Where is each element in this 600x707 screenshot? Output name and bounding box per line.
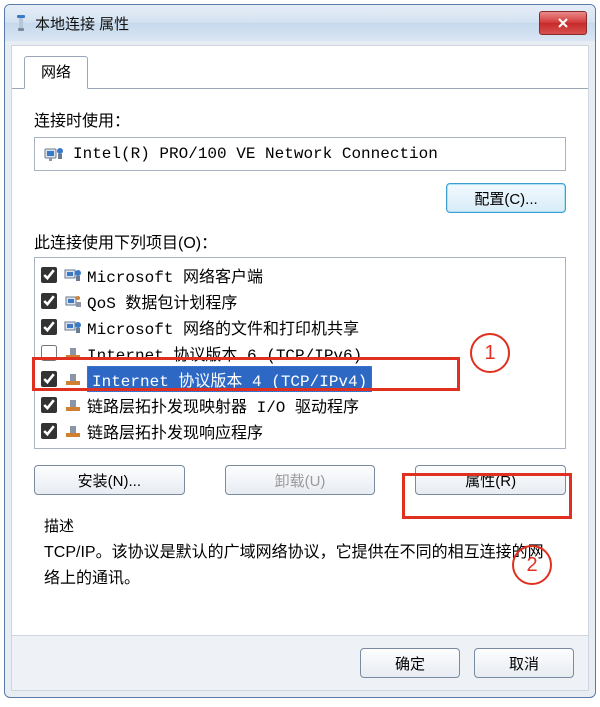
client-icon (63, 266, 83, 284)
adapter-name: Intel(R) PRO/100 VE Network Connection (73, 145, 438, 163)
description-group: 描述 TCP/IP。该协议是默认的广域网络协议，它提供在不同的相互连接的网络上的… (34, 507, 566, 607)
item-label: Microsoft 网络的文件和打印机共享 (87, 315, 359, 339)
item-checkbox[interactable] (41, 397, 57, 413)
list-item[interactable]: 链路层拓扑发现映射器 I/O 驱动程序 (37, 392, 563, 418)
item-label: Internet 协议版本 4 (TCP/IPv4) (87, 366, 372, 392)
app-icon (13, 13, 29, 33)
list-item[interactable]: QoS 数据包计划程序 (37, 288, 563, 314)
description-text: TCP/IP。该协议是默认的广域网络协议，它提供在不同的相互连接的网络上的通讯。 (44, 540, 556, 591)
item-label: QoS 数据包计划程序 (87, 289, 237, 313)
protocol-icon (63, 396, 83, 414)
client-area: 网络 连接时使用： Intel(R) PRO/100 VE Network Co… (11, 45, 589, 691)
item-checkbox[interactable] (41, 319, 57, 335)
close-x-icon (557, 17, 569, 29)
item-label: Microsoft 网络客户端 (87, 263, 263, 287)
tab-strip: 网络 (12, 46, 588, 89)
titlebar: 本地连接 属性 (5, 5, 595, 41)
protocol-icon (63, 370, 83, 388)
item-checkbox[interactable] (41, 423, 57, 439)
list-item-selected[interactable]: Internet 协议版本 4 (TCP/IPv4) (37, 366, 563, 392)
list-item[interactable]: Microsoft 网络的文件和打印机共享 (37, 314, 563, 340)
item-checkbox[interactable] (41, 371, 57, 387)
tab-network[interactable]: 网络 (24, 56, 88, 89)
item-label: Internet 协议版本 6 (TCP/IPv6) (87, 341, 362, 365)
uninstall-button: 卸载(U) (225, 465, 376, 495)
list-item[interactable]: Internet 协议版本 6 (TCP/IPv6) (37, 340, 563, 366)
share-icon (63, 318, 83, 336)
tab-panel: 连接时使用： Intel(R) PRO/100 VE Network Conne… (12, 88, 588, 635)
item-label: 链路层拓扑发现响应程序 (87, 419, 263, 443)
description-legend: 描述 (44, 515, 556, 536)
protocol-icon (63, 422, 83, 440)
network-adapter-icon (43, 143, 65, 165)
qos-icon (63, 292, 83, 310)
adapter-display: Intel(R) PRO/100 VE Network Connection (34, 137, 566, 171)
items-label: 此连接使用下列项目(O)： (34, 229, 566, 253)
dialog-button-bar: 确定 取消 (12, 635, 588, 690)
properties-button[interactable]: 属性(R) (415, 465, 566, 495)
network-items-list[interactable]: Microsoft 网络客户端 QoS 数据包计划程序 (34, 257, 566, 449)
item-checkbox[interactable] (41, 345, 57, 361)
close-button[interactable] (539, 11, 587, 35)
configure-button[interactable]: 配置(C)... (446, 183, 566, 213)
install-button[interactable]: 安装(N)... (34, 465, 185, 495)
item-checkbox[interactable] (41, 267, 57, 283)
item-checkbox[interactable] (41, 293, 57, 309)
list-item[interactable]: 链路层拓扑发现响应程序 (37, 418, 563, 444)
protocol-icon (63, 344, 83, 362)
list-item[interactable]: Microsoft 网络客户端 (37, 262, 563, 288)
window-title: 本地连接 属性 (35, 13, 539, 34)
adapter-label: 连接时使用： (34, 107, 566, 131)
cancel-button[interactable]: 取消 (474, 648, 574, 678)
dialog-window: 本地连接 属性 网络 连接时使用： (4, 4, 596, 698)
item-label: 链路层拓扑发现映射器 I/O 驱动程序 (87, 393, 359, 417)
ok-button[interactable]: 确定 (360, 648, 460, 678)
